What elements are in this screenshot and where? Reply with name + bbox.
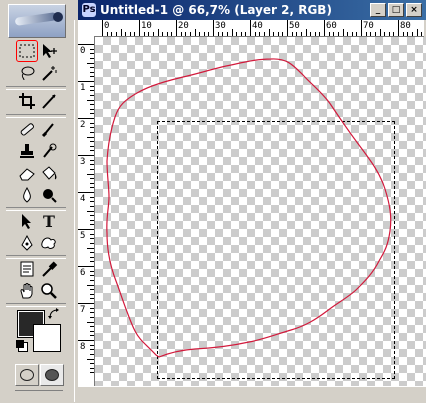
vertical-ruler[interactable]: 0 1 2 3 4 5 6 7 8 [78, 36, 95, 386]
ruler-tick [78, 118, 94, 119]
lasso-tool-icon[interactable] [16, 62, 38, 84]
ruler-tick [361, 20, 362, 36]
ruler-tick [250, 20, 251, 36]
ruler-tick [78, 44, 94, 45]
healing-brush-tool-icon[interactable] [16, 118, 38, 140]
custom-shape-tool-icon[interactable] [38, 232, 60, 254]
ruler-label: 4 [80, 194, 86, 204]
freeform-selection-outline [106, 58, 392, 358]
history-brush-tool-icon[interactable] [38, 140, 60, 162]
horizontal-ruler[interactable]: 0 10 20 30 40 50 60 70 80 [94, 20, 424, 37]
ruler-label: 80 [400, 21, 411, 31]
default-colors-icon[interactable] [16, 340, 24, 348]
path-selection-tool-icon[interactable] [16, 210, 38, 232]
ruler-label: 70 [363, 21, 374, 31]
quick-mask-icon [45, 369, 59, 381]
ruler-tick [78, 340, 94, 341]
ruler-label: 60 [326, 21, 337, 31]
swap-colors-icon[interactable] [48, 308, 60, 323]
ruler-label: 50 [289, 21, 300, 31]
screen-mode-buttons[interactable] [15, 390, 63, 403]
paint-bucket-tool-icon[interactable] [38, 162, 60, 184]
ruler-label: 6 [80, 268, 86, 278]
horizontal-scrollbar[interactable] [78, 386, 426, 403]
zoom-tool-icon[interactable] [38, 280, 60, 302]
ruler-tick [78, 192, 94, 193]
ruler-tick [398, 20, 399, 36]
document-title: Untitled-1 @ 66,7% (Layer 2, RGB) [100, 3, 332, 17]
crop-tool-icon[interactable] [16, 90, 38, 112]
ruler-label: 8 [80, 342, 86, 352]
brush-tool-icon[interactable] [38, 118, 60, 140]
ruler-tick [78, 303, 94, 304]
ruler-tick [176, 20, 177, 36]
ruler-label: 0 [104, 21, 110, 31]
ruler-label: 7 [80, 305, 86, 315]
ruler-tick [102, 20, 103, 36]
ruler-label: 5 [80, 231, 86, 241]
ruler-tick [78, 155, 94, 156]
ruler-label: 40 [252, 21, 263, 31]
ruler-tick [324, 20, 325, 36]
ruler-label: 20 [178, 21, 189, 31]
ruler-label: 30 [215, 21, 226, 31]
rectangular-marquee-tool-icon[interactable] [16, 40, 38, 62]
hand-tool-icon[interactable] [16, 280, 38, 302]
ruler-label: 1 [80, 83, 86, 93]
document-window: Ps Untitled-1 @ 66,7% (Layer 2, RGB) _ □… [74, 0, 426, 403]
minimize-button[interactable]: _ [370, 3, 386, 17]
ruler-tick [287, 20, 288, 36]
magic-wand-tool-icon[interactable] [38, 62, 60, 84]
ruler-tick [78, 266, 94, 267]
ruler-label: 3 [80, 157, 86, 167]
clone-stamp-tool-icon[interactable] [16, 140, 38, 162]
ruler-tick [213, 20, 214, 36]
ruler-tick [78, 229, 94, 230]
toolbox: T [0, 0, 75, 402]
dodge-tool-icon[interactable] [38, 184, 60, 206]
ruler-origin[interactable] [78, 20, 95, 37]
standard-mode-icon [20, 369, 34, 381]
ruler-tick [139, 20, 140, 36]
slice-tool-icon[interactable] [38, 90, 60, 112]
ruler-label: 2 [80, 120, 86, 130]
type-tool-icon[interactable]: T [38, 210, 60, 232]
eyedropper-tool-icon[interactable] [38, 258, 60, 280]
canvas-transparency[interactable] [95, 37, 426, 386]
document-icon: Ps [82, 3, 96, 17]
eraser-tool-icon[interactable] [16, 162, 38, 184]
blur-tool-icon[interactable] [16, 184, 38, 206]
maximize-button[interactable]: □ [388, 3, 404, 17]
close-button[interactable]: × [406, 3, 422, 17]
document-titlebar[interactable]: Ps Untitled-1 @ 66,7% (Layer 2, RGB) _ □… [78, 0, 426, 20]
background-color-swatch[interactable] [33, 324, 61, 352]
pen-tool-icon[interactable] [16, 232, 38, 254]
move-tool-icon[interactable] [38, 40, 60, 62]
ruler-label: 0 [80, 46, 86, 56]
quick-mask-mode-button[interactable] [40, 364, 64, 386]
ruler-label: 10 [141, 21, 152, 31]
photoshop-logo-icon[interactable] [8, 4, 66, 38]
ruler-tick [78, 81, 94, 82]
standard-mode-button[interactable] [15, 364, 39, 386]
notes-tool-icon[interactable] [16, 258, 38, 280]
